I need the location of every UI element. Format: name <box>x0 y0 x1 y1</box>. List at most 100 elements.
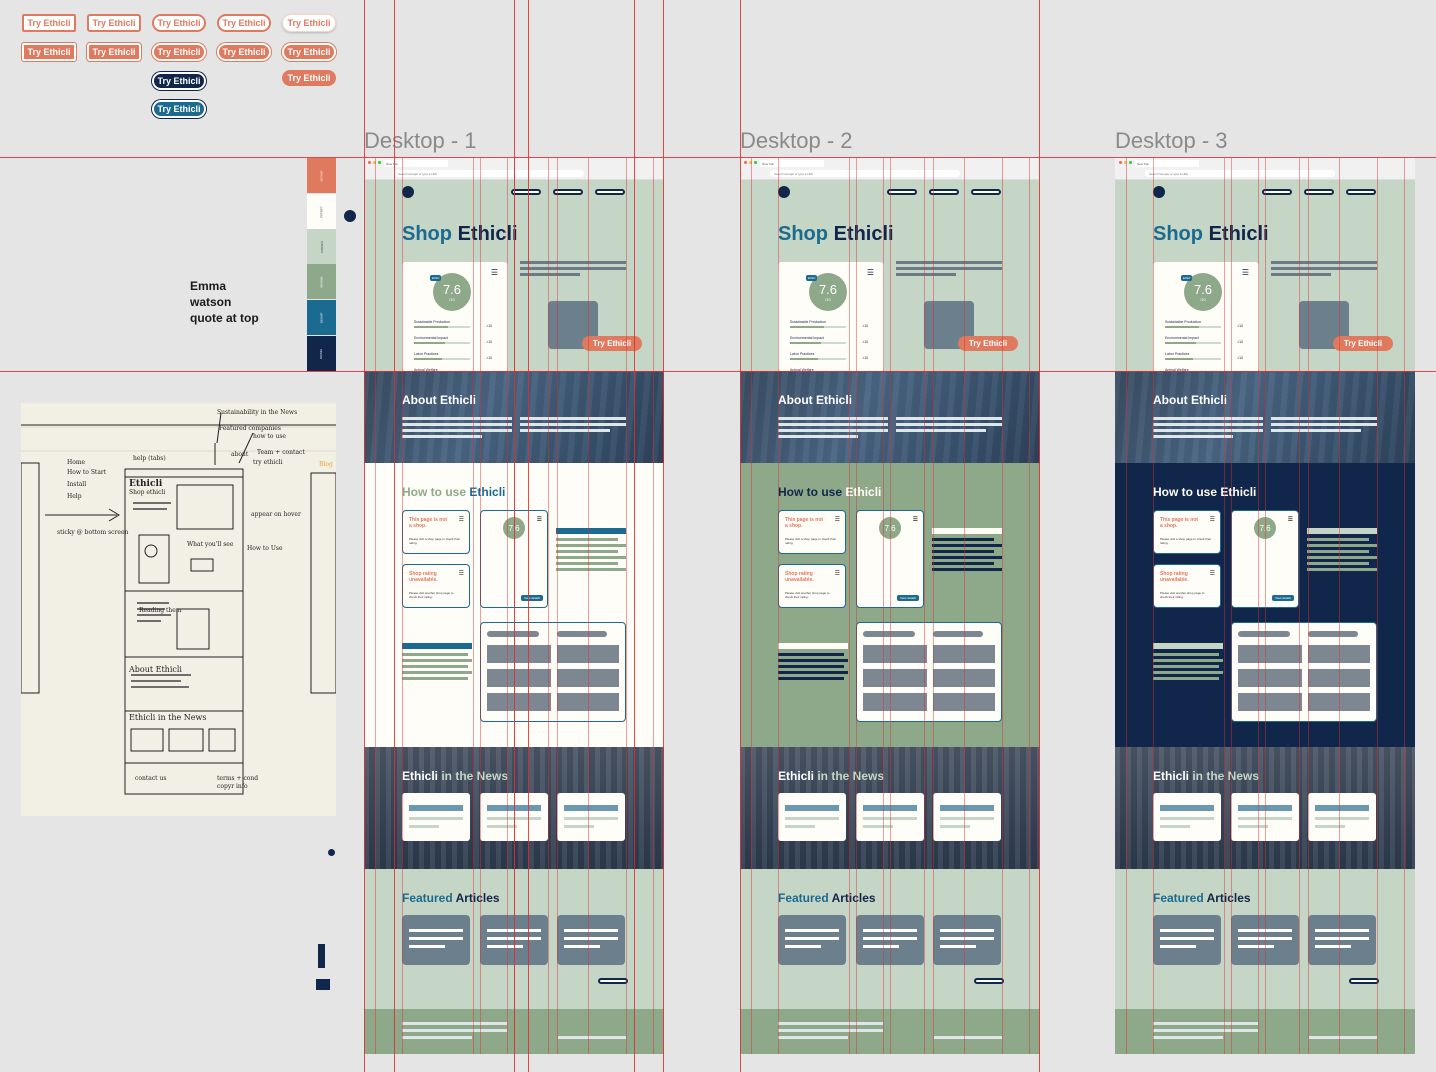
address-bar[interactable]: Search Google or type a URL <box>394 170 584 177</box>
menu-icon[interactable]: ☰ <box>867 268 874 277</box>
try-button-filled-small-radius[interactable]: Try Ethicli <box>86 42 142 62</box>
try-ethicli-button[interactable]: Try Ethicli <box>958 336 1018 351</box>
criterion-label: Labor Practices <box>1165 352 1190 356</box>
try-button-filled-rounded[interactable]: Try Ethicli <box>152 43 206 61</box>
criterion-label: Labor Practices <box>790 352 815 356</box>
logo-icon[interactable] <box>1153 186 1165 198</box>
nav-pill-1[interactable] <box>511 189 541 195</box>
browser-tab[interactable]: New Tab <box>1135 160 1199 167</box>
how-title: How to use Ethicli <box>1153 485 1257 499</box>
try-button-filled-square[interactable]: Try Ethicli <box>21 42 77 62</box>
sketch-help-label: help (tabs) <box>133 455 166 462</box>
hero-title: Shop Ethicli <box>1153 223 1269 245</box>
news-card[interactable] <box>778 793 846 841</box>
featured-article-card[interactable] <box>933 915 1001 965</box>
menu-icon[interactable]: ☰ <box>1288 516 1293 523</box>
sketch-nav-install: Install <box>67 481 87 488</box>
menu-icon[interactable]: ☰ <box>835 516 840 523</box>
featured-article-card[interactable] <box>1308 915 1376 965</box>
news-card[interactable] <box>1308 793 1376 841</box>
menu-icon[interactable]: ☰ <box>1242 268 1249 277</box>
how-preview-card <box>856 622 1002 722</box>
nav-pill-3[interactable] <box>971 189 1001 195</box>
how-right-lines <box>556 528 626 574</box>
criterion-bar <box>790 358 846 360</box>
criterion-label: Environmental Impact <box>414 336 448 340</box>
horizontal-guide <box>0 371 1436 372</box>
score-badge: Ethicl <box>430 275 442 281</box>
column-guide <box>557 158 558 1054</box>
about-text-left <box>402 417 512 441</box>
hero-text-lines <box>520 261 626 279</box>
note-line-1: Emma <box>190 279 227 293</box>
try-button-filled-rounded-2[interactable]: Try Ethicli <box>217 43 271 61</box>
menu-icon[interactable]: ☰ <box>459 570 464 577</box>
how-preview-card <box>1231 622 1377 722</box>
note-line-3: quote at top <box>190 311 259 325</box>
try-ethicli-button[interactable]: Try Ethicli <box>582 336 642 351</box>
column-guide <box>588 158 589 1054</box>
swatch-fffdf7: FFFDF7 <box>307 194 336 229</box>
try-ethicli-button[interactable]: Try Ethicli <box>1333 336 1393 351</box>
nav-pill-3[interactable] <box>1346 189 1376 195</box>
more-articles-pill[interactable] <box>1349 978 1379 984</box>
column-guide <box>1339 158 1340 1054</box>
menu-icon[interactable]: ☰ <box>537 516 542 523</box>
try-button-outline-small-radius[interactable]: Try Ethicli <box>87 14 141 32</box>
menu-icon[interactable]: ☰ <box>459 516 464 523</box>
nav-pill-1[interactable] <box>887 189 917 195</box>
try-button-outline-pill[interactable]: Try Ethicli <box>282 14 336 32</box>
swatch-label: 8EA98A <box>319 275 324 288</box>
not-shop-card: This page is not a shop. ☰ Please visit a… <box>1153 510 1221 554</box>
try-button-filled-flat[interactable]: Try Ethicli <box>282 70 336 86</box>
try-button-navy[interactable]: Try Ethicli <box>152 72 206 90</box>
view-details-button[interactable]: View details <box>897 595 919 601</box>
news-card[interactable] <box>933 793 1001 841</box>
logo-icon[interactable] <box>402 186 414 198</box>
logo-icon[interactable] <box>778 186 790 198</box>
news-title: Ethicli in the News <box>778 769 885 783</box>
featured-article-card[interactable] <box>402 915 470 965</box>
sketch-news-label: Sustainability in the News <box>217 409 298 416</box>
how-right-lines <box>1307 528 1377 574</box>
criterion-bar <box>790 326 846 328</box>
news-card[interactable] <box>402 793 470 841</box>
browser-tab[interactable]: New Tab <box>760 160 824 167</box>
more-articles-pill[interactable] <box>598 978 628 984</box>
menu-icon[interactable]: ☰ <box>1210 516 1215 523</box>
view-details-button[interactable]: View details <box>521 595 543 601</box>
menu-icon[interactable]: ☰ <box>1210 570 1215 577</box>
menu-icon[interactable]: ☰ <box>491 268 498 277</box>
criterion-score: -/10 <box>862 356 869 360</box>
featured-article-card[interactable] <box>778 915 846 965</box>
about-text-right <box>1271 417 1377 435</box>
not-shop-card: This page is not a shop. ☰ Please visit a… <box>778 510 846 554</box>
nav-pill-1[interactable] <box>1262 189 1292 195</box>
nav-pill-3[interactable] <box>595 189 625 195</box>
column-guide <box>933 158 934 1054</box>
how-left-lines <box>1153 643 1223 683</box>
address-bar[interactable]: Search Google or type a URL <box>1145 170 1335 177</box>
featured-article-card[interactable] <box>1153 915 1221 965</box>
more-articles-pill[interactable] <box>974 978 1004 984</box>
news-card[interactable] <box>557 793 625 841</box>
criterion-bar <box>1165 342 1221 344</box>
criterion-label: Labor Practices <box>414 352 439 356</box>
try-button-outline-square[interactable]: Try Ethicli <box>22 14 76 32</box>
how-title: How to use Ethicli <box>778 485 882 499</box>
criterion-bar <box>1165 326 1221 328</box>
sketch-how-label: how to use <box>253 433 286 440</box>
news-card[interactable] <box>1153 793 1221 841</box>
menu-icon[interactable]: ☰ <box>913 516 918 523</box>
swatch-8ea98a: 8EA98A <box>307 264 336 299</box>
view-details-button[interactable]: View details <box>1272 595 1294 601</box>
sketch-team-label: Team + contact <box>257 449 305 456</box>
criterion-score: -/10 <box>1237 356 1244 360</box>
try-button-outline-rounded[interactable]: Try Ethicli <box>152 14 206 32</box>
featured-article-card[interactable] <box>557 915 625 965</box>
menu-icon[interactable]: ☰ <box>835 570 840 577</box>
try-button-blue[interactable]: Try Ethicli <box>152 100 206 118</box>
try-button-filled-pill[interactable]: Try Ethicli <box>282 43 336 61</box>
try-button-outline-rounded-2[interactable]: Try Ethicli <box>217 14 271 32</box>
address-bar[interactable]: Search Google or type a URL <box>770 170 960 177</box>
